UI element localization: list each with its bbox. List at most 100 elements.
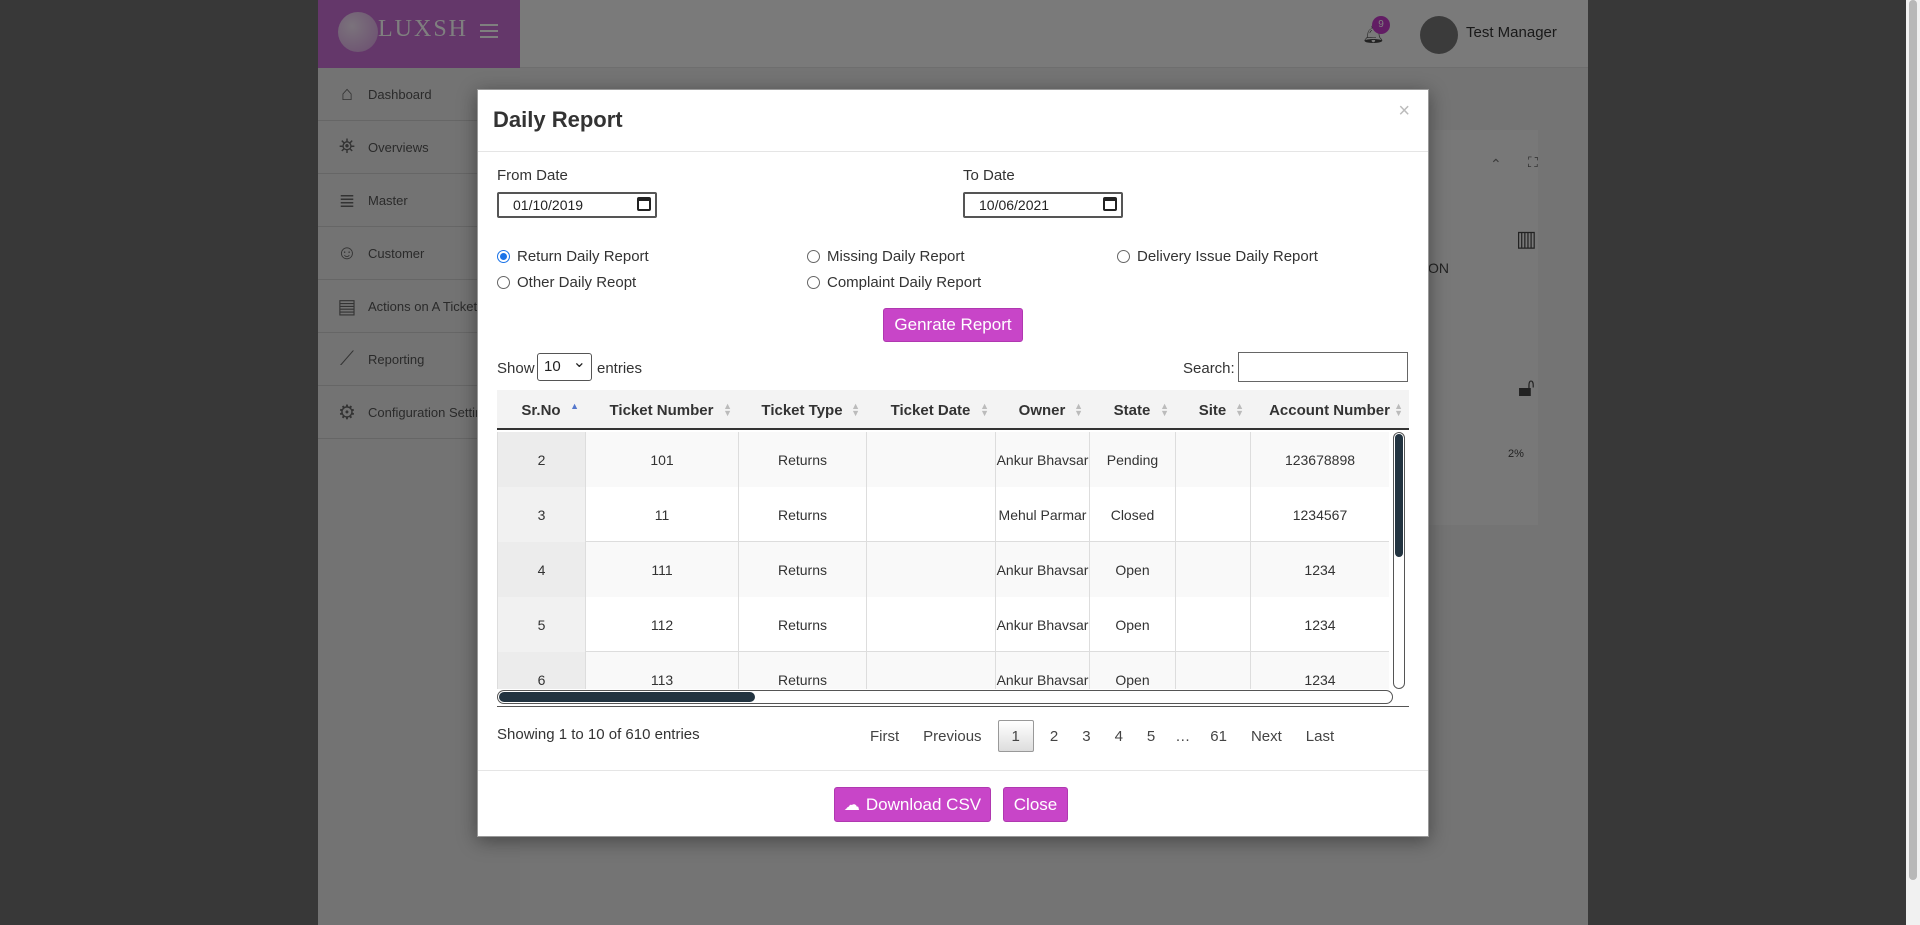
column-header-account-number[interactable]: Account Number ▲ ▼: [1250, 390, 1409, 430]
table-info: Showing 1 to 10 of 610 entries: [497, 726, 700, 743]
report-table: Sr.No ▲ Ticket Number ▲ ▼ Ticket Type ▲ ▼ Tic…: [497, 390, 1409, 705]
table-vertical-scrollbar-thumb[interactable]: [1395, 434, 1403, 557]
entries-per-page-select[interactable]: 10: [537, 350, 592, 381]
radio-button[interactable]: [807, 250, 820, 263]
table-row[interactable]: 5 112 Returns Ankur Bhavsar Open 1234: [497, 597, 1389, 652]
cell-ticket-type: Returns: [738, 652, 866, 689]
cell-account-number: 1234567: [1250, 487, 1389, 542]
radio-label: Return Daily Report: [517, 248, 649, 265]
radio-button[interactable]: [1117, 250, 1130, 263]
pagination: First Previous 1 2 3 4 5 … 61 Next Last: [858, 720, 1346, 752]
cell-ticket-type: Returns: [738, 597, 866, 652]
close-button[interactable]: Close: [1003, 787, 1068, 822]
pagination-page-5[interactable]: 5: [1135, 720, 1167, 752]
column-header-ticket-date[interactable]: Ticket Date ▲ ▼: [866, 390, 995, 430]
table-row[interactable]: 6 113 Returns Ankur Bhavsar Open 1234: [497, 652, 1389, 689]
cell-site: [1175, 542, 1250, 597]
cell-site: [1175, 487, 1250, 542]
column-header-label: Ticket Type: [761, 401, 843, 419]
cell-ticket-date: [866, 597, 995, 652]
pagination-ellipsis: …: [1175, 727, 1191, 745]
table-row[interactable]: 3 11 Returns Mehul Parmar Closed 1234567: [497, 487, 1389, 542]
table-header: Sr.No ▲ Ticket Number ▲ ▼ Ticket Type ▲ ▼ Tic…: [497, 390, 1409, 430]
pagination-page-3[interactable]: 3: [1070, 720, 1102, 752]
download-csv-button[interactable]: ☁ Download CSV: [834, 787, 991, 822]
radio-delivery-issue-daily-report[interactable]: Delivery Issue Daily Report: [1117, 248, 1318, 265]
table-body: 2 101 Returns Ankur Bhavsar Pending 1236…: [497, 432, 1389, 689]
radio-button[interactable]: [807, 276, 820, 289]
to-date-value: 10/06/2021: [979, 197, 1050, 213]
sort-icon: ▲ ▼: [1394, 401, 1403, 418]
cell-sr-no: 3: [497, 487, 585, 542]
cell-ticket-type: Returns: [738, 542, 866, 597]
column-header-ticket-type[interactable]: Ticket Type ▲ ▼: [738, 390, 866, 430]
cell-state: Pending: [1089, 432, 1175, 487]
column-header-label: Owner: [1018, 401, 1066, 419]
column-header-sr-no[interactable]: Sr.No ▲: [497, 390, 585, 430]
cell-sr-no: 5: [497, 597, 585, 652]
page-scrollbar-thumb[interactable]: [1909, 0, 1917, 880]
table-divider: [497, 706, 1409, 707]
pagination-page-61[interactable]: 61: [1198, 720, 1239, 752]
column-header-label: Account Number: [1269, 401, 1390, 419]
cell-ticket-type: Returns: [738, 432, 866, 487]
entries-label: entries: [597, 360, 643, 377]
radio-label: Other Daily Reopt: [517, 274, 637, 291]
column-header-state[interactable]: State ▲ ▼: [1089, 390, 1175, 430]
table-row[interactable]: 4 111 Returns Ankur Bhavsar Open 1234: [497, 542, 1389, 597]
column-header-owner[interactable]: Owner ▲ ▼: [995, 390, 1089, 430]
sort-icon: ▲ ▼: [1160, 401, 1169, 418]
from-date-value: 01/10/2019: [513, 197, 584, 213]
pagination-page-4[interactable]: 4: [1103, 720, 1135, 752]
pagination-previous[interactable]: Previous: [911, 720, 993, 752]
cell-ticket-date: [866, 652, 995, 689]
daily-report-modal: Daily Report × From Date 01/10/2019 To D…: [477, 89, 1429, 837]
column-header-label: Site: [1198, 401, 1227, 419]
generate-report-button[interactable]: Genrate Report: [883, 308, 1023, 342]
pagination-last[interactable]: Last: [1294, 720, 1346, 752]
column-header-ticket-number[interactable]: Ticket Number ▲ ▼: [585, 390, 738, 430]
search-input[interactable]: [1238, 352, 1408, 382]
sort-icon: ▲ ▼: [1074, 401, 1083, 418]
calendar-icon[interactable]: [637, 197, 651, 211]
column-header-label: Sr.No: [521, 401, 561, 419]
radio-other-daily-report[interactable]: Other Daily Reopt: [497, 274, 636, 291]
radio-button-checked[interactable]: [497, 250, 510, 263]
cell-owner: Ankur Bhavsar: [995, 597, 1089, 652]
cell-owner: Ankur Bhavsar: [995, 542, 1089, 597]
pagination-next[interactable]: Next: [1239, 720, 1294, 752]
cell-ticket-number: 113: [585, 652, 738, 689]
from-date-input[interactable]: 01/10/2019: [497, 192, 657, 218]
cell-state: Open: [1089, 652, 1175, 689]
modal-header: Daily Report ×: [478, 90, 1428, 152]
pagination-page-1[interactable]: 1: [997, 720, 1034, 752]
pagination-page-2[interactable]: 2: [1038, 720, 1070, 752]
radio-label: Complaint Daily Report: [827, 274, 982, 291]
table-vertical-scrollbar[interactable]: [1393, 432, 1405, 689]
table-horizontal-scrollbar[interactable]: [497, 690, 1393, 704]
sort-icon: ▲ ▼: [723, 401, 732, 418]
pagination-first[interactable]: First: [858, 720, 911, 752]
cell-state: Open: [1089, 542, 1175, 597]
column-header-site[interactable]: Site ▲ ▼: [1175, 390, 1250, 430]
cell-state: Open: [1089, 597, 1175, 652]
table-row[interactable]: 2 101 Returns Ankur Bhavsar Pending 1236…: [497, 432, 1389, 487]
radio-missing-daily-report[interactable]: Missing Daily Report: [807, 248, 965, 265]
column-header-label: State: [1113, 401, 1151, 419]
cell-owner: Ankur Bhavsar: [995, 432, 1089, 487]
cell-site: [1175, 432, 1250, 487]
calendar-icon[interactable]: [1103, 197, 1117, 211]
radio-return-daily-report[interactable]: Return Daily Report: [497, 248, 649, 265]
table-horizontal-scrollbar-thumb[interactable]: [499, 692, 755, 702]
page-scrollbar[interactable]: [1906, 0, 1920, 925]
cell-owner: Ankur Bhavsar: [995, 652, 1089, 689]
close-icon[interactable]: ×: [1398, 100, 1410, 123]
sort-icon: ▲ ▼: [980, 401, 989, 418]
to-date-input[interactable]: 10/06/2021: [963, 192, 1123, 218]
radio-complaint-daily-report[interactable]: Complaint Daily Report: [807, 274, 981, 291]
cell-site: [1175, 597, 1250, 652]
to-date-label: To Date: [963, 167, 1015, 184]
radio-button[interactable]: [497, 276, 510, 289]
cloud-download-icon: ☁: [843, 796, 860, 814]
cell-account-number: 1234: [1250, 542, 1389, 597]
